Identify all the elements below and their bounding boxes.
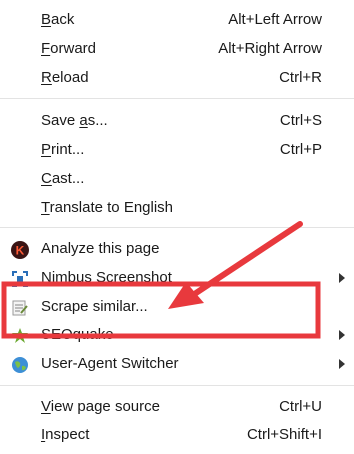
view-source-label: View page source: [41, 398, 160, 415]
menu-item-view-page-source[interactable]: View page source Ctrl+U: [0, 393, 354, 422]
scrape-label: Scrape similar...: [41, 298, 148, 315]
nimbus-screenshot-icon: [12, 271, 28, 287]
inspect-shortcut: Ctrl+Shift+I: [246, 426, 322, 443]
view-source-shortcut: Ctrl+U: [279, 398, 322, 415]
menu-item-translate[interactable]: Translate to English: [0, 194, 354, 223]
submenu-arrow-icon: [339, 273, 345, 283]
globe-icon: [12, 357, 28, 373]
menu-item-reload[interactable]: Reload Ctrl+R: [0, 64, 354, 93]
submenu-arrow-icon: [339, 330, 345, 340]
menu-item-save-as[interactable]: Save as... Ctrl+S: [0, 107, 354, 136]
svg-text:K: K: [16, 244, 25, 258]
menu-item-inspect[interactable]: Inspect Ctrl+Shift+I: [0, 421, 354, 450]
save-as-label: Save as...: [41, 112, 108, 129]
nimbus-label: Nimbus Screenshot: [41, 269, 172, 286]
forward-shortcut: Alt+Right Arrow: [218, 40, 322, 57]
submenu-arrow-icon: [339, 359, 345, 369]
scraper-icon: [12, 300, 28, 316]
reload-shortcut: Ctrl+R: [279, 69, 322, 86]
inspect-label: Inspect: [41, 426, 90, 443]
separator: [0, 385, 354, 386]
back-label: Back: [41, 11, 75, 28]
translate-label: Translate to English: [41, 199, 174, 216]
menu-item-print[interactable]: Print... Ctrl+P: [0, 136, 354, 165]
seoquake-label: SEOquake: [41, 326, 114, 343]
separator: [0, 227, 354, 228]
user-agent-label: User-Agent Switcher: [41, 355, 179, 372]
menu-item-cast[interactable]: Cast...: [0, 165, 354, 194]
forward-label: Forward: [41, 40, 97, 57]
print-label: Print...: [41, 141, 85, 158]
menu-item-forward[interactable]: Forward Alt+Right Arrow: [0, 35, 354, 64]
back-shortcut: Alt+Left Arrow: [228, 11, 322, 28]
menu-item-nimbus-screenshot[interactable]: Nimbus Screenshot: [0, 264, 354, 293]
print-shortcut: Ctrl+P: [279, 141, 322, 158]
analyze-label: Analyze this page: [41, 240, 160, 257]
cast-label: Cast...: [41, 170, 85, 187]
menu-item-seoquake[interactable]: SEOquake: [0, 321, 354, 350]
menu-item-back[interactable]: Back Alt+Left Arrow: [0, 6, 354, 35]
k-logo-icon: K: [11, 241, 29, 259]
separator: [0, 98, 354, 99]
menu-item-analyze-page[interactable]: K Analyze this page: [0, 235, 354, 264]
reload-label: Reload: [41, 69, 89, 86]
save-as-shortcut: Ctrl+S: [279, 112, 322, 129]
seoquake-icon: [12, 328, 28, 343]
menu-item-scrape-similar[interactable]: Scrape similar...: [0, 293, 354, 322]
menu-item-user-agent-switcher[interactable]: User-Agent Switcher: [0, 350, 354, 379]
context-menu: Back Alt+Left Arrow Forward Alt+Right Ar…: [0, 0, 354, 454]
